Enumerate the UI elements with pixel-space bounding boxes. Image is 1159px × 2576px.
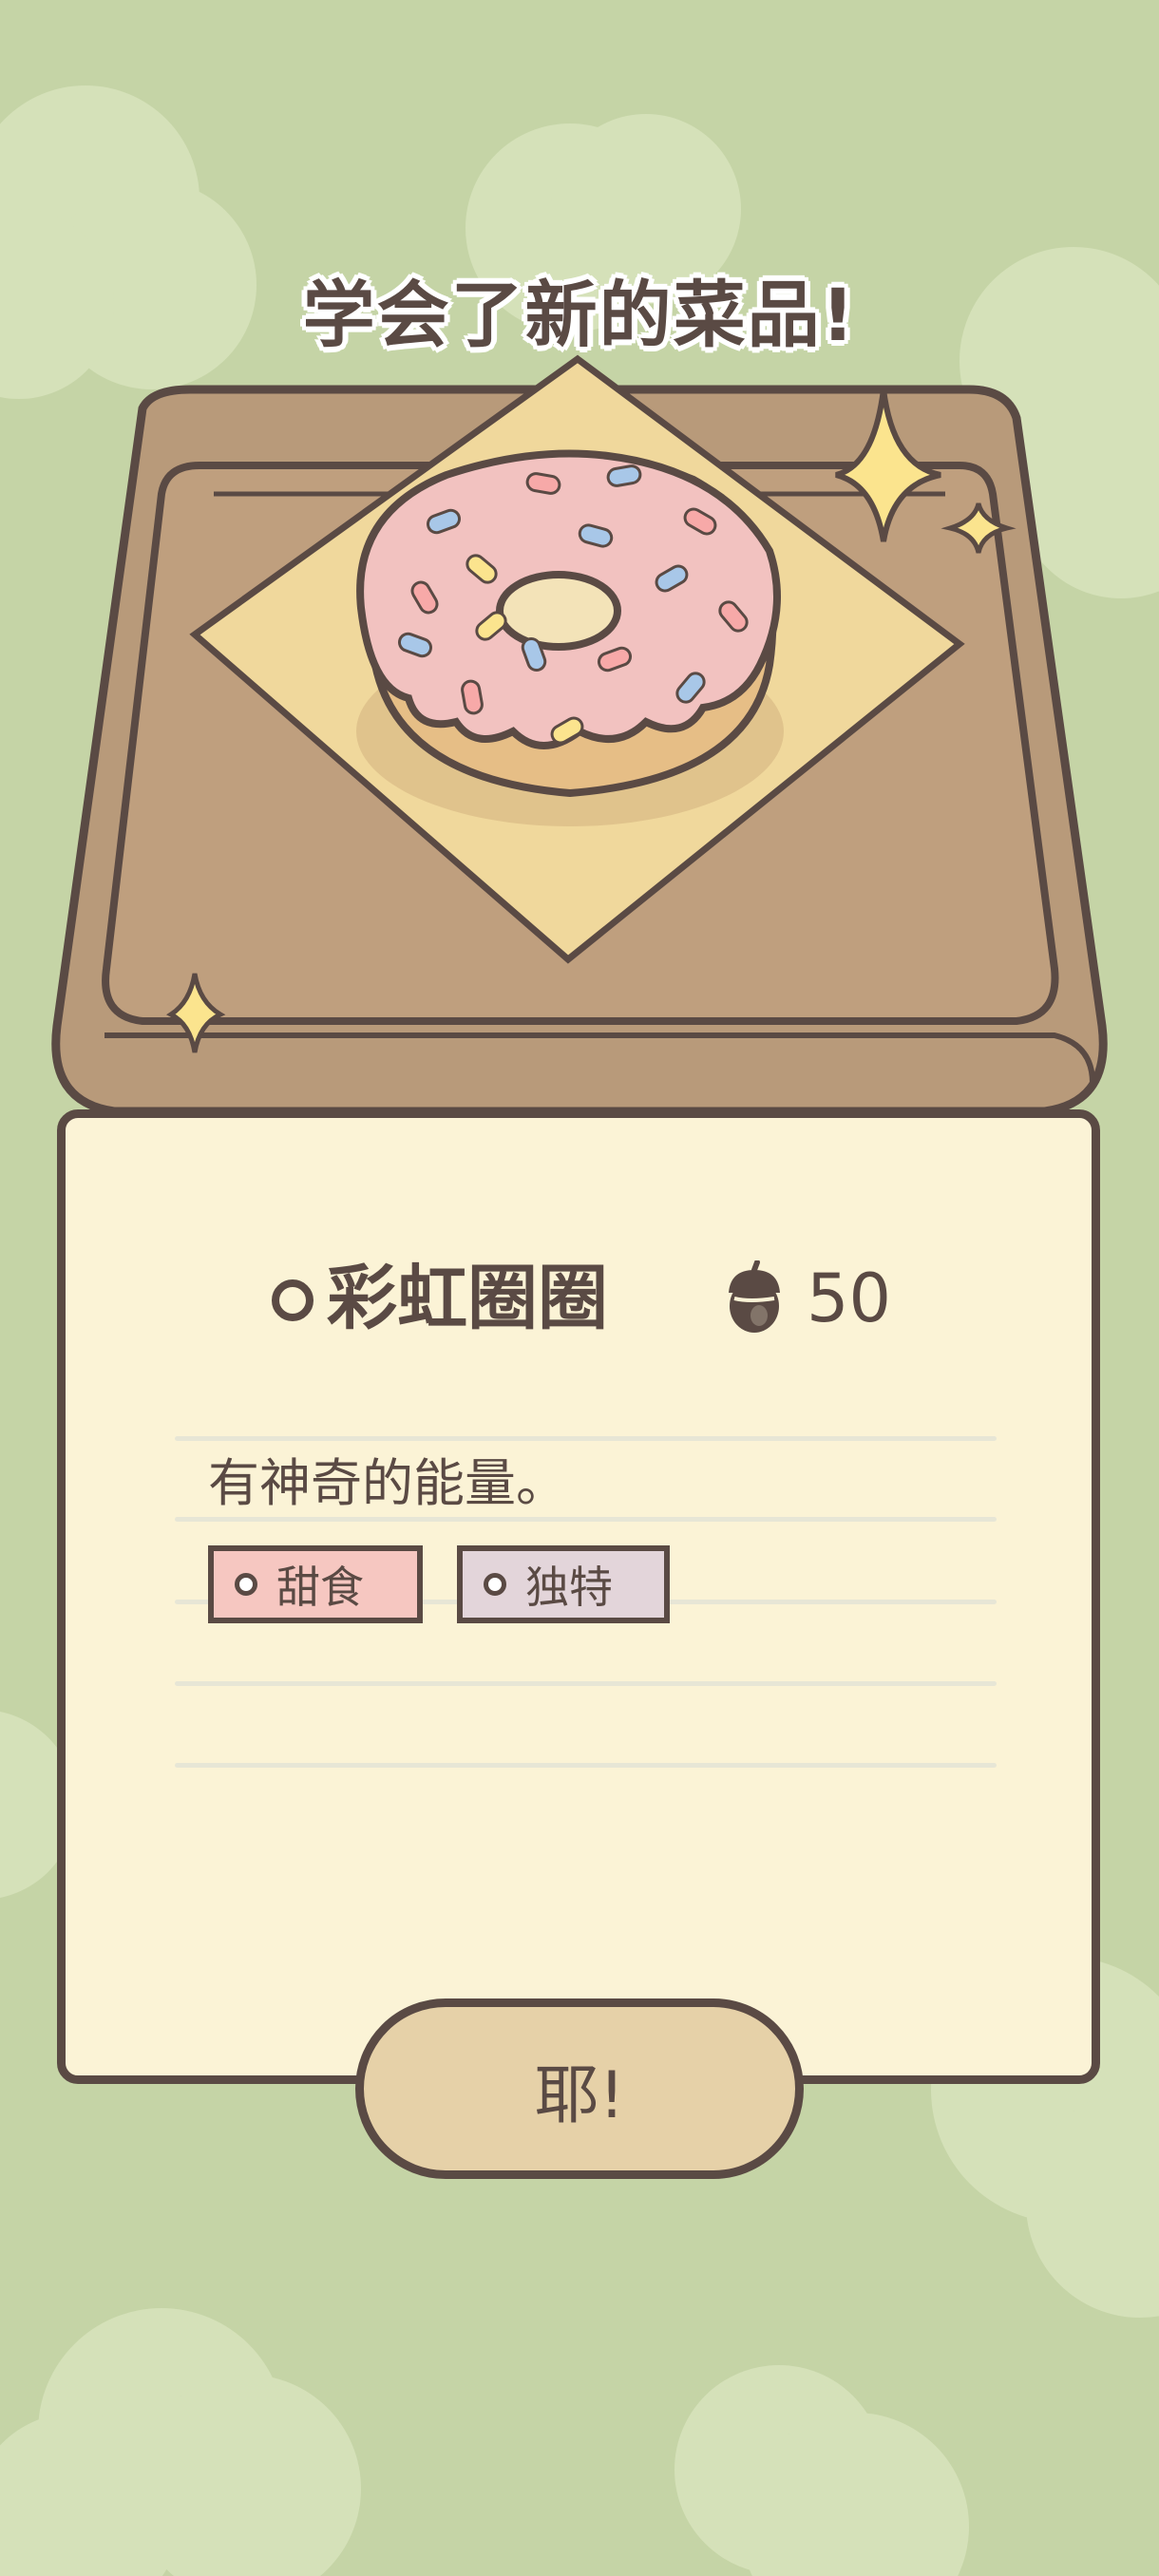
- ruled-line: [175, 1763, 997, 1768]
- tag-label: 独特: [525, 1562, 613, 1613]
- ruled-line: [175, 1681, 997, 1686]
- tag-bullet-icon: [484, 1573, 506, 1596]
- ruled-line: [175, 1436, 997, 1441]
- dish-title-row: 彩虹圈圈 50: [213, 1251, 973, 1346]
- tag-unique: 独特: [457, 1545, 670, 1623]
- ruled-line: [175, 1517, 997, 1522]
- tag-label: 甜食: [276, 1562, 364, 1613]
- bullet-icon: [272, 1279, 314, 1321]
- tag-bullet-icon: [235, 1573, 257, 1596]
- dish-tray-illustration: [51, 354, 1108, 1116]
- dish-description: 有神奇的能量。: [208, 1453, 567, 1513]
- tag-sweet: 甜食: [208, 1545, 423, 1623]
- dish-name: 彩虹圈圈: [327, 1258, 608, 1339]
- dish-price: 50: [807, 1260, 892, 1337]
- confirm-button[interactable]: 耶!: [355, 1998, 804, 2179]
- dish-info-card: 彩虹圈圈 50 有神奇的能量。 甜食 独特: [57, 1109, 1100, 2084]
- acorn-icon: [729, 1260, 780, 1333]
